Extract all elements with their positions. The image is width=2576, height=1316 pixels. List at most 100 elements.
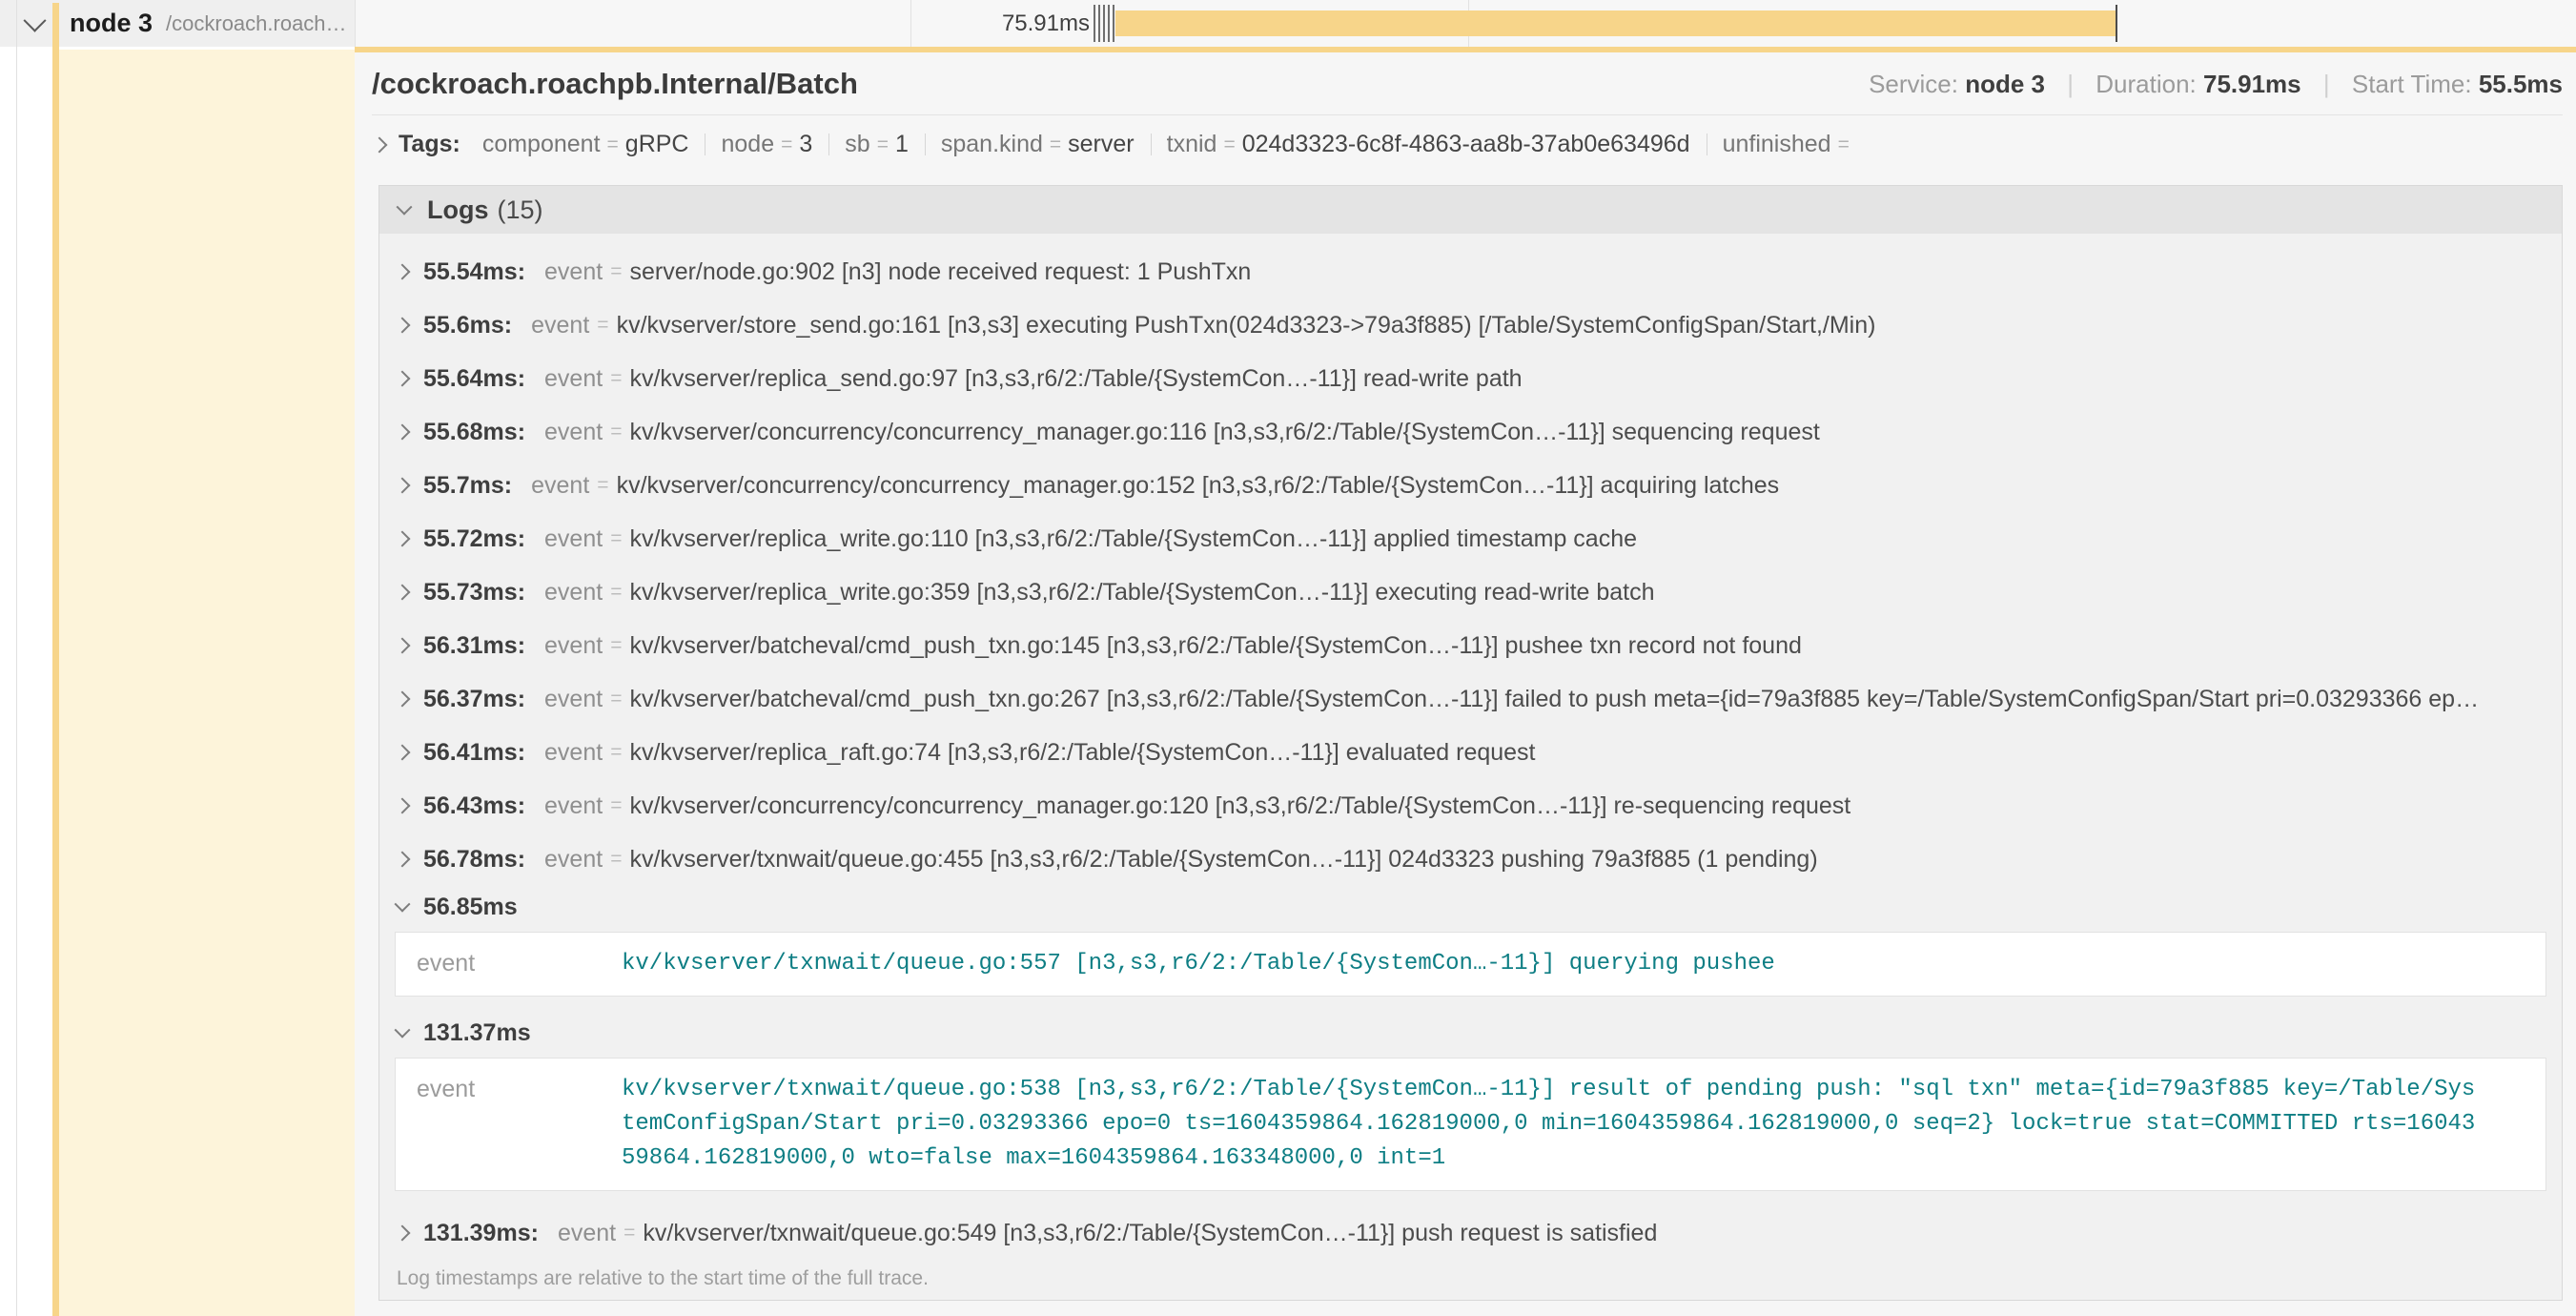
- log-entry-row[interactable]: 55.73ms:event=kv/kvserver/replica_write.…: [379, 565, 2562, 619]
- log-entry-expanded-header[interactable]: 131.37ms: [379, 1012, 2562, 1054]
- log-entry-row[interactable]: 56.43ms:event=kv/kvserver/concurrency/co…: [379, 779, 2562, 833]
- tag-equals: =: [877, 134, 889, 156]
- tag-item: span.kind=server: [925, 131, 1151, 158]
- log-field-row: eventkv/kvserver/txnwait/queue.go:557 [n…: [396, 947, 2545, 981]
- span-bar-row[interactable]: node 3 /cockroach.roach… 75.91ms: [0, 0, 2576, 47]
- log-entry-row[interactable]: 56.78ms:event=kv/kvserver/txnwait/queue.…: [379, 833, 2562, 886]
- log-field-key: event: [544, 365, 603, 393]
- log-equals: =: [610, 367, 622, 390]
- log-timestamp: 55.7ms:: [423, 472, 512, 500]
- log-event-box: eventkv/kvserver/txnwait/queue.go:557 [n…: [395, 932, 2546, 997]
- log-entry-row[interactable]: 56.31ms:event=kv/kvserver/batcheval/cmd_…: [379, 619, 2562, 672]
- tag-value: 1: [895, 131, 909, 158]
- log-entry-row[interactable]: 55.68ms:event=kv/kvserver/concurrency/co…: [379, 405, 2562, 459]
- log-field-key: event: [396, 947, 622, 977]
- tag-equals: =: [1050, 134, 1061, 156]
- log-equals: =: [610, 581, 622, 604]
- log-entry-row[interactable]: 131.39ms:event=kv/kvserver/txnwait/queue…: [379, 1206, 2562, 1260]
- log-timestamp: 56.78ms:: [423, 846, 525, 874]
- log-equals: =: [624, 1222, 635, 1244]
- log-equals: =: [610, 634, 622, 657]
- detail-header: /cockroach.roachpb.Internal/Batch Servic…: [355, 52, 2576, 114]
- log-field-key: event: [544, 258, 603, 286]
- column-divider: [355, 0, 356, 47]
- tag-item: sb=1: [828, 131, 925, 158]
- log-entry-expanded-header[interactable]: 56.85ms: [379, 886, 2562, 928]
- log-timestamp: 56.37ms:: [423, 686, 525, 713]
- collapse-children-chevron-icon[interactable]: [23, 10, 46, 32]
- log-expand-chevron-icon[interactable]: [395, 745, 411, 761]
- log-expand-chevron-icon[interactable]: [395, 318, 411, 334]
- log-message: kv/kvserver/concurrency/concurrency_mana…: [629, 419, 1819, 446]
- tag-item: unfinished=: [1707, 131, 1872, 158]
- log-expand-chevron-icon[interactable]: [395, 852, 411, 868]
- log-entry-row[interactable]: 55.64ms:event=kv/kvserver/replica_send.g…: [379, 352, 2562, 405]
- start-time-label: Start Time:: [2352, 70, 2472, 98]
- meta-divider: |: [2067, 70, 2074, 98]
- log-entry-row[interactable]: 55.6ms:event=kv/kvserver/store_send.go:1…: [379, 298, 2562, 352]
- log-expand-chevron-icon[interactable]: [395, 585, 411, 601]
- log-field-key: event: [558, 1220, 616, 1247]
- logs-accordion-header[interactable]: Logs (15): [379, 186, 2562, 234]
- log-expand-chevron-icon[interactable]: [395, 798, 411, 814]
- log-timestamp: 56.85ms: [423, 894, 518, 921]
- log-message: server/node.go:902 [n3] node received re…: [629, 258, 1251, 286]
- log-field-key: event: [544, 579, 603, 607]
- log-field-row: eventkv/kvserver/txnwait/queue.go:538 [n…: [396, 1073, 2545, 1176]
- duration-value: 75.91ms: [2203, 70, 2301, 98]
- tag-item: txnid=024d3323-6c8f-4863-aa8b-37ab0e6349…: [1151, 131, 1707, 158]
- log-entry-row[interactable]: 55.72ms:event=kv/kvserver/replica_write.…: [379, 512, 2562, 565]
- log-message: kv/kvserver/batcheval/cmd_push_txn.go:26…: [629, 686, 2479, 713]
- log-timestamp: 55.6ms:: [423, 312, 512, 339]
- log-expand-chevron-icon[interactable]: [395, 478, 411, 494]
- log-expand-chevron-icon[interactable]: [395, 264, 411, 280]
- logs-section: Logs (15) 55.54ms: event = server/node.go:9…: [378, 185, 2563, 1301]
- log-timestamp: 56.31ms:: [423, 632, 525, 660]
- tag-key: txnid: [1167, 131, 1217, 158]
- trace-timeline-view: node 3 /cockroach.roach… 75.91ms /cockro…: [0, 0, 2576, 1316]
- logs-title: Logs: [427, 195, 489, 225]
- logs-footer-note: Log timestamps are relative to the start…: [379, 1260, 2562, 1300]
- log-entry-row[interactable]: 56.37ms:event=kv/kvserver/batcheval/cmd_…: [379, 672, 2562, 726]
- log-expand-chevron-icon[interactable]: [395, 424, 411, 441]
- log-expand-chevron-icon[interactable]: [395, 1225, 411, 1242]
- span-operation-name: /cockroach.roach…: [166, 11, 347, 36]
- tag-value: 024d3323-6c8f-4863-aa8b-37ab0e63496d: [1242, 131, 1690, 158]
- log-expand-chevron-icon[interactable]: [395, 638, 411, 654]
- log-entry-row[interactable]: 55.7ms:event=kv/kvserver/concurrency/con…: [379, 459, 2562, 512]
- log-equals: =: [610, 848, 622, 871]
- log-entry-row[interactable]: 56.41ms:event=kv/kvserver/replica_raft.g…: [379, 726, 2562, 779]
- log-collapse-chevron-icon[interactable]: [395, 896, 411, 913]
- log-message: kv/kvserver/replica_raft.go:74 [n3,s3,r6…: [629, 739, 1535, 767]
- log-expand-chevron-icon[interactable]: [395, 691, 411, 708]
- log-timestamp: 55.72ms:: [423, 525, 525, 553]
- tree-indent-guide: [16, 0, 17, 1316]
- log-timestamp: 55.54ms:: [423, 258, 525, 286]
- service-value: node 3: [1965, 70, 2045, 98]
- start-time-value: 55.5ms: [2479, 70, 2563, 98]
- log-field-key: event: [544, 525, 603, 553]
- span-duration-label: 75.91ms: [861, 0, 1090, 47]
- log-expand-chevron-icon[interactable]: [395, 371, 411, 387]
- logs-collapse-chevron-icon[interactable]: [397, 199, 413, 216]
- span-detail-panel: /cockroach.roachpb.Internal/Batch Servic…: [355, 52, 2576, 1316]
- span-color-strip: [52, 3, 59, 1316]
- tag-key: unfinished: [1723, 131, 1831, 158]
- log-entry-row[interactable]: 55.54ms:event=server/node.go:902 [n3] no…: [379, 245, 2562, 298]
- log-field-key: event: [544, 632, 603, 660]
- log-timestamp: 55.64ms:: [423, 365, 525, 393]
- tags-expand-chevron-icon[interactable]: [372, 136, 388, 153]
- log-message: kv/kvserver/store_send.go:161 [n3,s3] ex…: [617, 312, 1876, 339]
- log-expand-chevron-icon[interactable]: [395, 531, 411, 547]
- log-message: kv/kvserver/replica_write.go:110 [n3,s3,…: [629, 525, 1637, 553]
- tag-equals: =: [781, 134, 792, 156]
- tags-row[interactable]: Tags: component=gRPCnode=3sb=1span.kind=…: [355, 115, 2576, 172]
- tag-item: node=3: [705, 131, 828, 158]
- log-field-key: event: [531, 472, 589, 500]
- span-duration-bar[interactable]: [1115, 10, 2117, 36]
- log-message: kv/kvserver/txnwait/queue.go:549 [n3,s3,…: [643, 1220, 1657, 1247]
- span-end-marker: [2116, 5, 2117, 42]
- span-operation-title: /cockroach.roachpb.Internal/Batch: [372, 67, 858, 101]
- log-collapse-chevron-icon[interactable]: [395, 1022, 411, 1038]
- log-field-key: event: [544, 739, 603, 767]
